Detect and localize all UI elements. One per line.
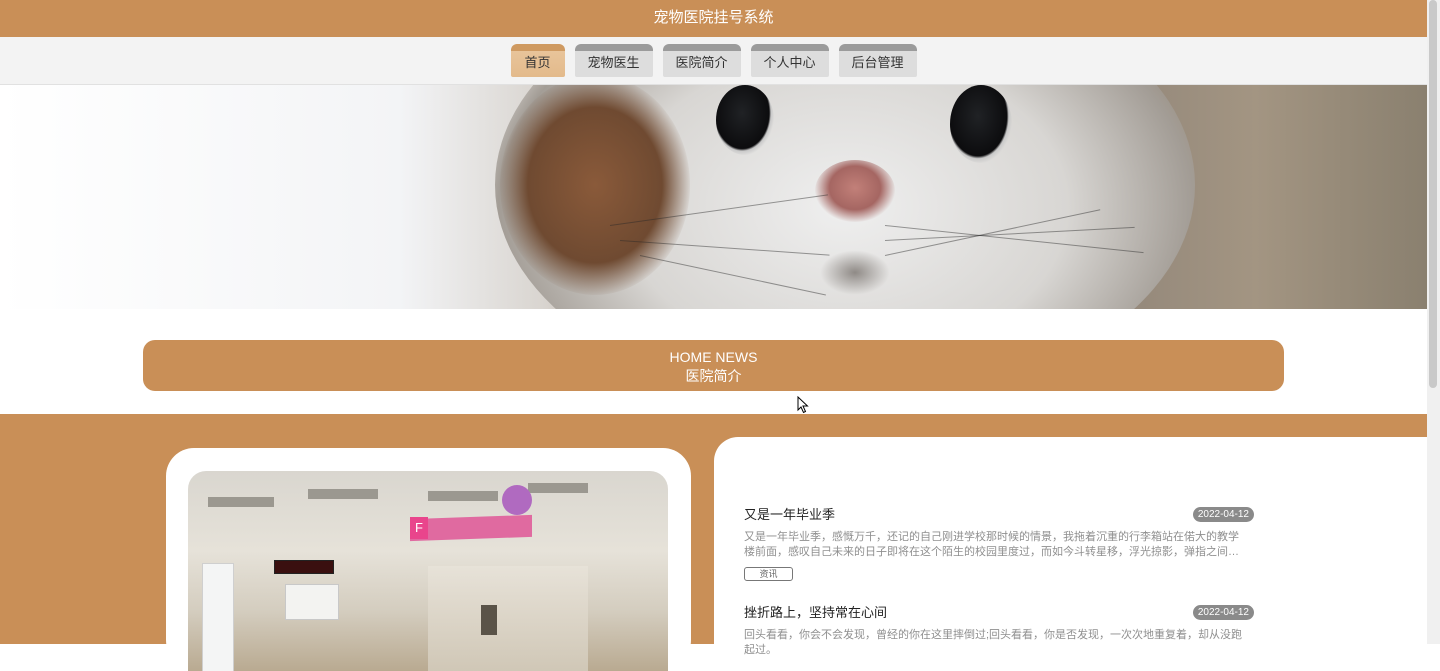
- ceiling-light: [528, 483, 588, 493]
- hamster-right-eye: [950, 85, 1012, 163]
- led-display: [274, 560, 334, 574]
- ceiling-light: [308, 489, 378, 499]
- news-summary: 回头看看，你会不会发现，曾经的你在这里摔倒过;回头看看，你是否发现，一次次地重复…: [744, 629, 1243, 656]
- hamster-nose: [815, 160, 895, 222]
- news-date-badge: 2022-04-12: [1192, 507, 1254, 522]
- news-item[interactable]: 又是一年毕业季 2022-04-12 又是一年毕业季，感慨万千，还记的自己刚进学…: [744, 507, 1254, 582]
- section-title-cn: 医院简介: [685, 368, 742, 384]
- hospital-lobby-image: F: [188, 471, 668, 671]
- news-date-badge: 2022-04-12: [1192, 605, 1254, 620]
- mascot-decoration: [502, 485, 532, 515]
- corridor-door: [481, 605, 497, 635]
- news-title[interactable]: 又是一年毕业季: [744, 507, 1254, 523]
- home-news-header: HOME NEWS 医院简介: [143, 340, 1284, 391]
- nav-item-pet-doctors[interactable]: 宠物医生: [574, 44, 653, 77]
- hero-banner-image: [0, 85, 1427, 309]
- wall-shelf: [285, 584, 339, 620]
- hamster-ear: [500, 85, 690, 295]
- ceiling-light: [208, 497, 274, 507]
- section-title-en: HOME NEWS: [669, 349, 758, 365]
- hamster-left-eye: [716, 85, 774, 155]
- window: [202, 563, 234, 671]
- floor-sign-icon: F: [410, 517, 428, 539]
- main-nav: 首页 宠物医生 医院简介 个人中心 后台管理: [0, 37, 1427, 85]
- nav-item-personal-center[interactable]: 个人中心: [750, 44, 829, 77]
- nav-item-home[interactable]: 首页: [510, 44, 565, 77]
- nav-item-hospital-intro[interactable]: 医院简介: [662, 44, 741, 77]
- ceiling-light: [428, 491, 498, 501]
- nav-items: 首页 宠物医生 医院简介 个人中心 后台管理: [0, 44, 1427, 77]
- news-summary: 又是一年毕业季，感慨万千，还记的自己刚进学校那时候的情景，我拖着沉重的行李箱站在…: [744, 531, 1239, 558]
- page-scrollbar[interactable]: [1427, 0, 1440, 644]
- news-tag[interactable]: 资讯: [744, 567, 793, 581]
- nav-item-admin[interactable]: 后台管理: [838, 44, 917, 77]
- site-title: 宠物医院挂号系统: [653, 9, 774, 26]
- hanging-sign: [410, 514, 532, 542]
- site-title-bar: 宠物医院挂号系统: [0, 0, 1427, 37]
- scrollbar-thumb[interactable]: [1429, 0, 1437, 388]
- corridor: [428, 566, 588, 671]
- news-item[interactable]: 挫折路上，坚持常在心间 2022-04-12 回头看看，你会不会发现，曾经的你在…: [744, 605, 1254, 658]
- news-title[interactable]: 挫折路上，坚持常在心间: [744, 605, 1254, 621]
- hamster-mouth: [820, 250, 890, 295]
